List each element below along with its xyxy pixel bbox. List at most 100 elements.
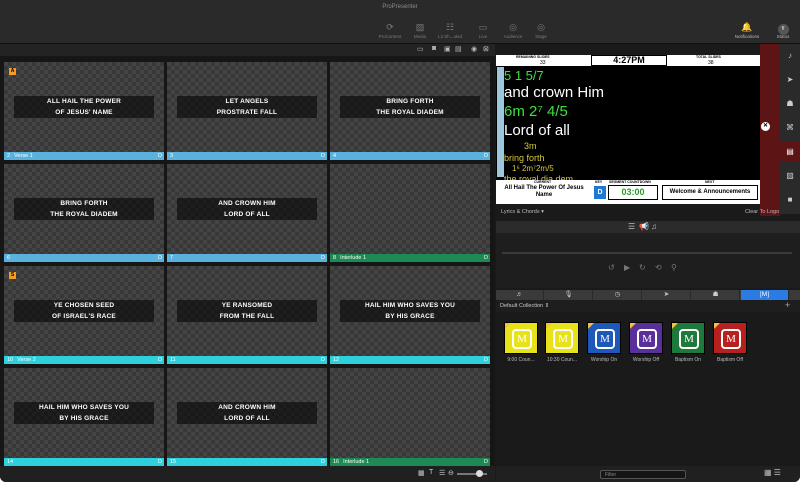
macro-cue-tile[interactable]: M <box>587 322 621 354</box>
slide-badge: D <box>484 153 488 159</box>
settings-icon[interactable]: ◉ <box>471 45 477 53</box>
macro-cue-label: Baptism Off <box>716 357 744 363</box>
slide-index: 7 <box>170 255 174 261</box>
stage-layout-select[interactable]: Lyrics & Chords ▾ <box>501 209 544 215</box>
macro-icon: M <box>595 329 615 349</box>
macro-cue[interactable]: M Worship On <box>587 322 621 363</box>
record-icon[interactable]: ▤ <box>455 45 462 53</box>
camera-icon[interactable]: ◙ <box>432 45 436 52</box>
slide-thumbnail[interactable]: AND CROWN HIM LORD OF ALL 7 D <box>167 164 327 262</box>
macro-cue[interactable]: M Baptism On <box>671 322 705 363</box>
slide-thumbnail[interactable]: YE RANSOMED FROM THE FALL 11 D <box>167 266 327 364</box>
slide-thumbnail[interactable]: LET ANGELS PROSTRATE FALL 3 D <box>167 62 327 160</box>
slide-thumbnail[interactable]: HAIL HIM WHO SAVES YOU BY HIS GRACE 14 D <box>4 368 164 466</box>
slide-group: Interlude 1 <box>340 255 367 261</box>
toolbar-label: Status <box>776 34 790 39</box>
macro-cue-tile[interactable]: M <box>671 322 705 354</box>
toolbar-status-avatar-button[interactable]: ff Status <box>763 22 800 39</box>
zoom-out-icon[interactable]: ⊖ <box>448 469 454 477</box>
tab-announcement[interactable]: ➤ <box>643 290 691 300</box>
window-title: ProPresenter <box>382 4 418 10</box>
slide-marker-badge: S <box>9 272 16 279</box>
slide-line: BRING FORTH <box>340 96 480 107</box>
macro-cue-tile[interactable]: M <box>504 322 538 354</box>
slide-line: LORD OF ALL <box>177 413 317 424</box>
announcement-layer-icon[interactable]: ➤ <box>780 70 800 90</box>
clear-to-logo-button[interactable]: Clear To Logo <box>745 209 779 215</box>
slide-thumbnail[interactable]: S YE CHOSEN SEED OF ISRAEL'S RACE 10 Verse 2… <box>4 266 164 364</box>
toolbar-label: Stage <box>535 34 547 39</box>
clear-all-icon[interactable]: ✕ <box>761 122 770 131</box>
slide-thumbnail[interactable]: 8 Interlude 1 D <box>330 164 490 262</box>
slide-text: BRING FORTH THE ROYAL DIADEM <box>14 197 154 221</box>
macro-cue[interactable]: M Baptism Off <box>713 322 747 363</box>
megaphone-icon[interactable]: 📢 <box>639 222 649 231</box>
messages-layer-icon[interactable]: ⌘ <box>780 118 800 138</box>
segment-countdown-label: SEGMENT COUNTDOWN <box>609 180 651 184</box>
audio-progress[interactable] <box>502 252 792 254</box>
media-layer-icon[interactable]: ▨ <box>780 166 800 186</box>
grid-view-icon[interactable]: ▦ <box>418 469 425 477</box>
toolbar-notifications-bell-button[interactable]: 🔔 Notifications <box>727 22 767 39</box>
macro-cue[interactable]: M 10:30 Coun... <box>545 322 579 363</box>
slide-thumbnail[interactable]: BRING FORTH THE ROYAL DIADEM 6 D <box>4 164 164 262</box>
media-bin-icon[interactable]: ▣ <box>444 45 451 53</box>
stage-line: bring forth <box>504 153 545 163</box>
slide-label-bar: 3D <box>167 152 327 160</box>
slide-line: FROM THE FALL <box>177 311 317 322</box>
pin-icon[interactable]: ⚲ <box>671 263 677 272</box>
slide-layer-icon[interactable]: ▤ <box>780 142 800 162</box>
slide-thumbnail[interactable]: BRING FORTH THE ROYAL DIADEM 4 D <box>330 62 490 160</box>
grid-list-toggle-icon[interactable]: ▦ ☰ <box>764 468 781 477</box>
slide-label-bar: 4D <box>330 152 490 160</box>
current-label: CURRENT <box>534 180 552 184</box>
macro-cue-label: 10:30 Coun... <box>546 357 578 363</box>
macro-cue[interactable]: M Worship Off <box>629 322 663 363</box>
audio-layer-icon[interactable]: ♪ <box>780 46 800 66</box>
slide-label-bar: 16 Interlude 1 D <box>330 458 490 466</box>
zoom-slider-knob[interactable] <box>476 470 483 477</box>
text-view-icon[interactable]: T <box>429 469 433 476</box>
macro-cue-label: Worship On <box>590 357 618 363</box>
music-icon[interactable]: ♫ <box>651 222 657 231</box>
stage-line: Lord of all <box>504 122 570 139</box>
macro-cue-tile[interactable]: M <box>629 322 663 354</box>
tab-microphone[interactable]: 🎙 <box>545 290 593 300</box>
slide-badge: D <box>484 357 488 363</box>
slide-index: 4 <box>333 153 337 159</box>
slide-thumbnail[interactable]: AND CROWN HIM LORD OF ALL 15 D <box>167 368 327 466</box>
tab-audio[interactable]: ♬ <box>496 290 544 300</box>
tab-timer[interactable]: ◷ <box>594 290 642 300</box>
screen-icon[interactable]: ▭ <box>417 45 424 53</box>
close-icon[interactable]: ⊠ <box>483 45 489 53</box>
remaining-slides-value: 33 <box>540 60 546 66</box>
repeat-icon[interactable]: ⟲ <box>655 263 662 272</box>
filter-field[interactable]: Filter <box>600 470 686 479</box>
slide-text: BRING FORTH THE ROYAL DIADEM <box>340 95 480 119</box>
collection-header: Default Collection ⇕ + <box>496 300 800 312</box>
list-view-icon[interactable]: ☰ <box>439 469 445 477</box>
slide-label-bar: 10 Verse 2 D <box>4 356 164 364</box>
collection-selector[interactable]: Default Collection ⇕ <box>500 303 549 309</box>
play-icon[interactable]: ▶ <box>624 263 630 272</box>
macro-icon: M <box>721 329 741 349</box>
macro-cue-tile[interactable]: M <box>713 322 747 354</box>
slide-thumbnail[interactable]: 16 Interlude 1 D <box>330 368 490 466</box>
slide-text: HAIL HIM WHO SAVES YOU BY HIS GRACE <box>14 401 154 425</box>
toolbar-stage-button[interactable]: ◎ Stage <box>521 22 561 39</box>
add-cue-icon[interactable]: + <box>785 300 790 310</box>
rewind-icon[interactable]: ↺ <box>608 263 615 272</box>
forward-icon[interactable]: ↻ <box>639 263 646 272</box>
slide-grid-footer: ▦ T ☰ ⊖ <box>0 466 495 482</box>
tab-macros[interactable]: [M] <box>741 290 789 300</box>
props-layer-icon[interactable]: ☗ <box>780 94 800 114</box>
list-icon[interactable]: ☰ <box>628 222 635 231</box>
cue-corner-marker <box>546 323 552 329</box>
tab-props[interactable]: ☗ <box>692 290 740 300</box>
macro-cue-tile[interactable]: M <box>545 322 579 354</box>
macro-cue[interactable]: M 9:00 Coun... <box>504 322 538 363</box>
stage-monitor-preview[interactable]: REMAINING SLIDES 33 4:27PM TOTAL SLIDES … <box>496 55 760 204</box>
slide-thumbnail[interactable]: A ALL HAIL THE POWER OF JESUS' NAME 2 Verse … <box>4 62 164 160</box>
slide-thumbnail[interactable]: HAIL HIM WHO SAVES YOU BY HIS GRACE 12 D <box>330 266 490 364</box>
slide-line: HAIL HIM WHO SAVES YOU <box>14 402 154 413</box>
